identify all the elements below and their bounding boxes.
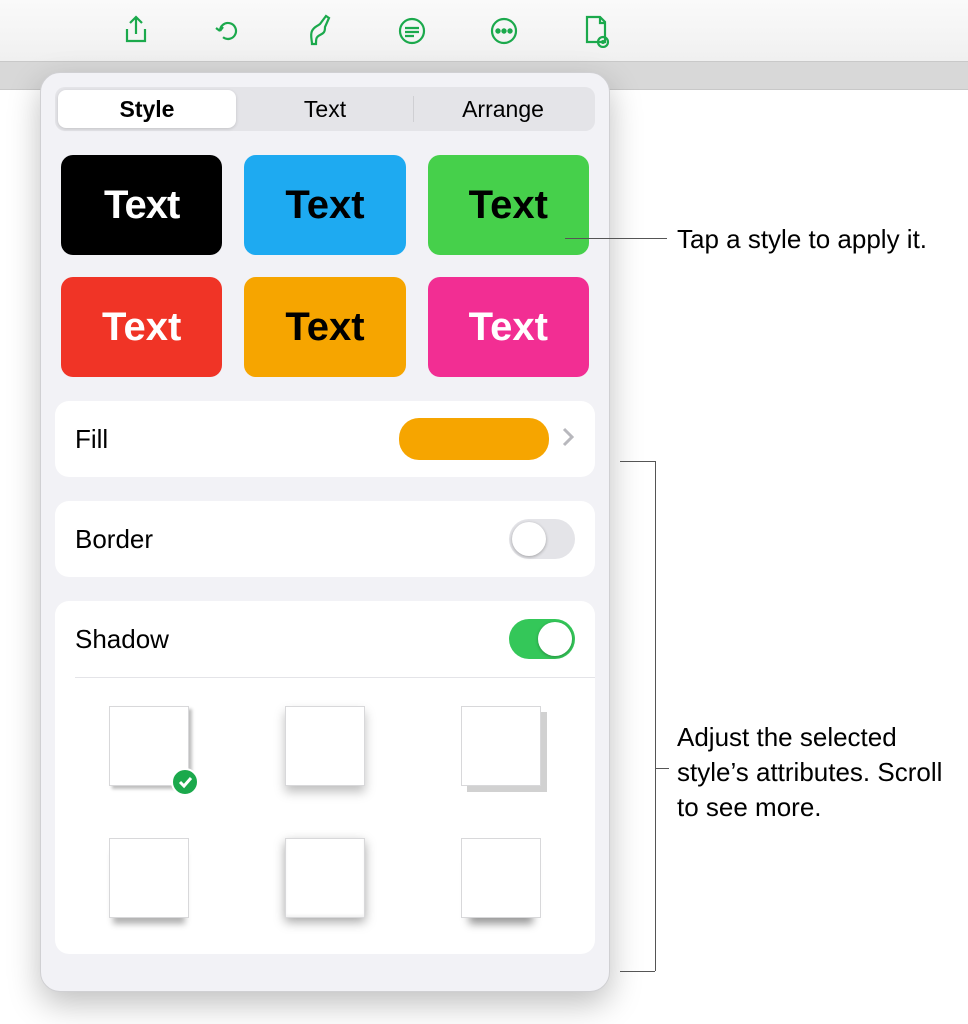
fill-label: Fill: [75, 424, 108, 455]
more-icon[interactable]: [480, 7, 528, 55]
tab-text[interactable]: Text: [236, 90, 414, 128]
style-swatch-blue[interactable]: Text: [244, 155, 405, 255]
style-swatch-pink[interactable]: Text: [428, 277, 589, 377]
callout-leader: [565, 238, 667, 239]
style-swatch-orange[interactable]: Text: [244, 277, 405, 377]
format-brush-icon[interactable]: [296, 7, 344, 55]
shadow-option-5[interactable]: [279, 832, 371, 924]
tab-style[interactable]: Style: [58, 90, 236, 128]
style-swatches: Text Text Text Text Text Text: [55, 155, 595, 377]
shadow-option-6[interactable]: [455, 832, 547, 924]
checkmark-icon: [171, 768, 199, 796]
swatch-label: Text: [469, 183, 548, 228]
style-swatch-red[interactable]: Text: [61, 277, 222, 377]
fill-row[interactable]: Fill: [55, 401, 595, 477]
tab-arrange-label: Arrange: [462, 96, 544, 123]
callout-bracket-stub: [655, 768, 669, 769]
style-swatch-green[interactable]: Text: [428, 155, 589, 255]
callout-bracket-top: [620, 461, 655, 462]
document-icon[interactable]: [572, 7, 620, 55]
shadow-row: Shadow: [55, 601, 595, 677]
border-toggle[interactable]: [509, 519, 575, 559]
shadow-label: Shadow: [75, 624, 169, 655]
shadow-group: Shadow: [55, 601, 595, 954]
swatch-label: Text: [285, 305, 364, 350]
callout-bracket-bottom: [620, 971, 655, 972]
shadow-toggle[interactable]: [509, 619, 575, 659]
tab-style-label: Style: [120, 96, 175, 123]
border-row: Border: [55, 501, 595, 577]
chevron-right-icon: [561, 424, 575, 455]
tab-text-label: Text: [304, 96, 346, 123]
swatch-label: Text: [469, 305, 548, 350]
swatch-label: Text: [102, 305, 181, 350]
swatch-label: Text: [285, 183, 364, 228]
top-toolbar: [0, 0, 968, 62]
callout-tap-style: Tap a style to apply it.: [677, 222, 927, 257]
swatch-label: Text: [104, 183, 179, 228]
shadow-options: [55, 678, 595, 954]
callout-adjust: Adjust the selected style’s attributes. …: [677, 720, 957, 825]
callout-bracket-v: [655, 461, 656, 971]
insert-icon[interactable]: [388, 7, 436, 55]
share-icon[interactable]: [112, 7, 160, 55]
fill-group: Fill: [55, 401, 595, 477]
format-popover: Style Text Arrange Text Text Text Text T…: [40, 72, 610, 992]
shadow-option-4[interactable]: [103, 832, 195, 924]
border-group: Border: [55, 501, 595, 577]
tab-arrange[interactable]: Arrange: [414, 90, 592, 128]
style-swatch-black[interactable]: Text: [61, 155, 222, 255]
shadow-option-2[interactable]: [279, 700, 371, 792]
fill-color-chip[interactable]: [399, 418, 549, 460]
border-label: Border: [75, 524, 153, 555]
undo-icon[interactable]: [204, 7, 252, 55]
shadow-option-3[interactable]: [455, 700, 547, 792]
format-tabs: Style Text Arrange: [55, 87, 595, 131]
shadow-option-1[interactable]: [103, 700, 195, 792]
